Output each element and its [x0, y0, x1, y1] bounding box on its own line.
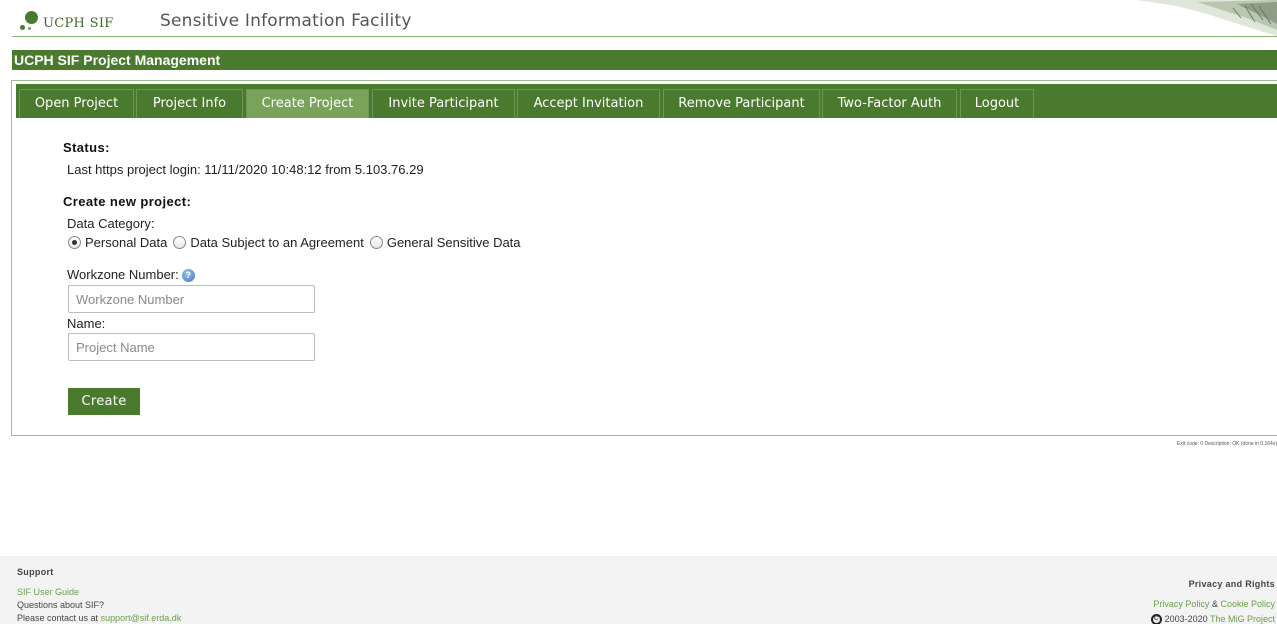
site-header: UCPH SIF Sensitive Information Facility [0, 0, 1277, 40]
support-email-link[interactable]: support@sif.erda.dk [101, 613, 182, 623]
radio-general-sensitive-data[interactable] [369, 236, 383, 249]
header-divider [12, 36, 1277, 37]
radio-data-subject-agreement[interactable] [173, 236, 187, 249]
mig-project-link[interactable]: The MiG Project [1210, 614, 1275, 624]
copyright-years: 2003-2020 [1164, 614, 1208, 624]
tab-bar: Open Project Project Info Create Project… [16, 84, 1277, 118]
contact-row: Please contact us at support@sif.erda.dk [17, 613, 181, 623]
tab-invite-participant[interactable]: Invite Participant [372, 89, 515, 118]
tab-two-factor-auth[interactable]: Two-Factor Auth [822, 89, 957, 118]
tab-create-project[interactable]: Create Project [246, 89, 369, 118]
page-title: UCPH SIF Project Management [12, 50, 1277, 70]
user-guide-link[interactable]: SIF User Guide [17, 587, 79, 597]
status-heading: Status: [63, 140, 110, 155]
name-label: Name: [67, 316, 106, 331]
radio-personal-data[interactable] [68, 236, 81, 249]
tab-logout[interactable]: Logout [960, 89, 1034, 118]
tab-open-project[interactable]: Open Project [19, 89, 134, 118]
header-decoration-image [1137, 0, 1277, 36]
radio-general-sensitive-data-label[interactable]: General Sensitive Data [387, 235, 521, 250]
tab-project-info[interactable]: Project Info [136, 89, 243, 118]
radio-personal-data-label[interactable]: Personal Data [85, 235, 167, 250]
and-text: & [1211, 599, 1218, 609]
support-heading: Support [17, 567, 54, 577]
data-category-label: Data Category: [67, 216, 155, 231]
logo-text: UCPH SIF [43, 15, 114, 31]
tab-remove-participant[interactable]: Remove Participant [663, 89, 820, 118]
ucph-sif-logo[interactable]: UCPH SIF [20, 10, 114, 32]
radio-data-subject-agreement-label[interactable]: Data Subject to an Agreement [190, 235, 363, 250]
workzone-number-label: Workzone Number: [67, 267, 179, 282]
workzone-number-label-row: Workzone Number:? [67, 267, 195, 283]
contact-prefix: Please contact us at [17, 613, 99, 623]
help-icon[interactable]: ? [181, 269, 195, 283]
policy-links-row: Privacy Policy & Cookie Policy [1153, 599, 1275, 609]
questions-text: Questions about SIF? [17, 600, 105, 610]
create-project-heading: Create new project: [63, 194, 192, 209]
user-guide-row: SIF User Guide [17, 587, 79, 597]
copyright-icon: C [1150, 614, 1162, 624]
cookie-policy-link[interactable]: Cookie Policy [1220, 599, 1275, 609]
ucph-sif-logo-icon [20, 10, 40, 32]
project-name-input[interactable] [68, 333, 315, 361]
exit-code-text: Exit code: 0 Description: OK (done in 0.… [1176, 441, 1277, 447]
data-category-radio-group: Personal Data Data Subject to an Agreeme… [68, 235, 527, 250]
create-button[interactable]: Create [68, 388, 140, 415]
privacy-policy-link[interactable]: Privacy Policy [1153, 599, 1209, 609]
privacy-heading: Privacy and Rights [1188, 579, 1275, 589]
main-content: Open Project Project Info Create Project… [11, 80, 1277, 436]
copyright-row: C 2003-2020 The MiG Project [1150, 614, 1275, 624]
site-title: Sensitive Information Facility [160, 11, 412, 31]
footer: Support SIF User Guide Questions about S… [0, 556, 1277, 624]
status-text: Last https project login: 11/11/2020 10:… [67, 162, 424, 177]
tab-accept-invitation[interactable]: Accept Invitation [517, 89, 660, 118]
workzone-number-input[interactable] [68, 285, 315, 313]
